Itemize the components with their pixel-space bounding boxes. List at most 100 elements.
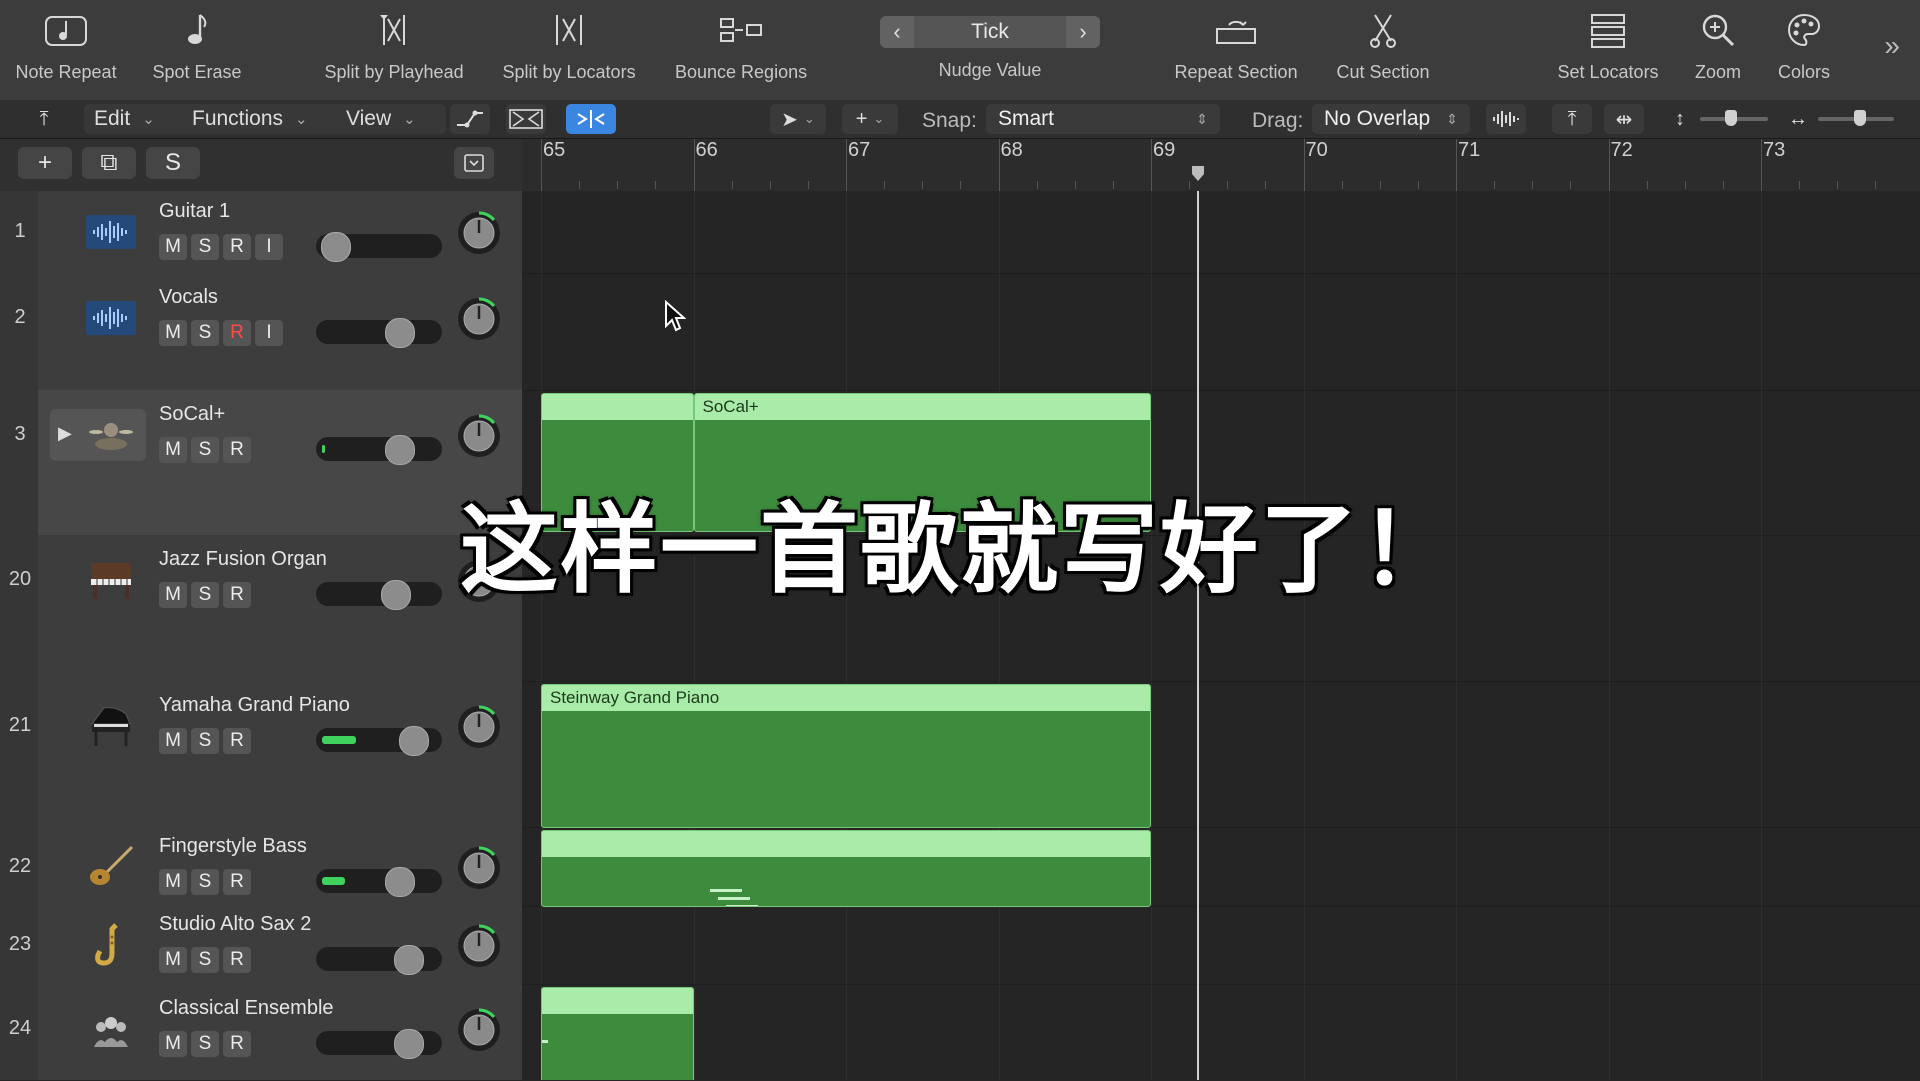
volume-slider[interactable] (316, 435, 442, 465)
input-monitor-button[interactable]: I (255, 320, 283, 346)
solo-button[interactable]: S (191, 868, 219, 895)
volume-knob[interactable] (385, 435, 415, 465)
track-name[interactable]: Vocals (159, 286, 218, 309)
track-header[interactable]: 22 Fingerstyle Bass M S R (0, 827, 522, 907)
tracks-area[interactable]: SoCal+ Steinway Grand Piano (522, 191, 1920, 1080)
automation-icon[interactable] (450, 104, 490, 134)
catch-playhead-icon[interactable] (566, 104, 616, 134)
solo-button[interactable]: S (191, 1031, 219, 1057)
split-playhead-button[interactable]: Split by Playhead (325, 8, 464, 94)
region[interactable] (541, 830, 1151, 907)
pointer-tool-menu[interactable]: ➤ ⌄ (770, 104, 826, 134)
track-name[interactable]: Yamaha Grand Piano (159, 694, 350, 717)
pan-knob[interactable] (456, 923, 502, 969)
mute-button[interactable]: M (159, 868, 187, 895)
pan-knob[interactable] (456, 845, 502, 891)
region-header[interactable]: SoCal+ (694, 394, 1150, 420)
volume-slider[interactable] (316, 232, 442, 262)
record-enable-button[interactable]: R (223, 728, 251, 754)
volume-knob[interactable] (321, 232, 351, 262)
solo-button[interactable]: S (191, 320, 219, 346)
mute-button[interactable]: M (159, 947, 187, 973)
fit-horizontal-icon[interactable]: ⇹ (1604, 104, 1644, 134)
disclosure-triangle-icon[interactable]: ▶ (58, 423, 72, 444)
pan-knob[interactable] (456, 296, 502, 342)
zoom-button[interactable]: Zoom (1695, 8, 1741, 94)
split-locators-button[interactable]: Split by Locators (503, 8, 636, 94)
region-header[interactable]: Steinway Grand Piano (542, 685, 1150, 711)
horizontal-zoom-slider[interactable] (1818, 110, 1894, 126)
record-enable-button[interactable]: R (223, 1031, 251, 1057)
input-monitor-button[interactable]: I (255, 234, 283, 260)
track-header[interactable]: 1 Guitar 1 MSRI (0, 191, 522, 274)
volume-knob[interactable] (385, 866, 415, 897)
note-repeat-button[interactable]: Note Repeat (16, 8, 117, 94)
functions-menu[interactable]: Functions ⌄ (182, 104, 342, 134)
solo-button[interactable]: S (191, 947, 219, 973)
region-header[interactable] (542, 988, 693, 1014)
view-menu[interactable]: View ⌄ (336, 104, 446, 134)
region-header[interactable] (542, 831, 1150, 857)
pan-knob[interactable] (456, 413, 502, 459)
global-solo-button[interactable]: S (146, 147, 200, 179)
track-name[interactable]: SoCal+ (159, 403, 225, 426)
mute-button[interactable]: M (159, 234, 187, 260)
fit-vertical-icon[interactable]: ⤒ (1552, 104, 1592, 134)
drag-select[interactable]: No Overlap ⇕ (1312, 104, 1470, 134)
vertical-zoom-knob[interactable] (1724, 110, 1737, 126)
volume-knob[interactable] (399, 726, 429, 756)
edit-menu[interactable]: Edit ⌄ (84, 104, 190, 134)
snap-select[interactable]: Smart ⇕ (986, 104, 1220, 134)
solo-button[interactable]: S (191, 728, 219, 754)
horizontal-zoom-knob[interactable] (1853, 110, 1866, 126)
mute-button[interactable]: M (159, 728, 187, 754)
volume-knob[interactable] (394, 1029, 424, 1059)
track-header[interactable]: 2 Vocals M S R I (0, 273, 522, 391)
track-name[interactable]: Classical Ensemble (159, 997, 334, 1020)
flex-icon[interactable] (506, 104, 546, 134)
mute-button[interactable]: M (159, 320, 187, 346)
colors-button[interactable]: Colors (1778, 8, 1830, 94)
spot-erase-button[interactable]: Spot Erase (153, 8, 242, 94)
duplicate-track-button[interactable]: ⧉ (82, 147, 136, 179)
volume-slider[interactable] (316, 726, 442, 756)
volume-slider[interactable] (316, 866, 442, 897)
nudge-increase-button[interactable]: › (1066, 16, 1100, 48)
track-header[interactable]: 23 Studio Alto Sax 2 MSR (0, 906, 522, 985)
add-track-button[interactable]: + (18, 147, 72, 179)
record-enable-button[interactable]: R (223, 234, 251, 260)
mute-button[interactable]: M (159, 437, 187, 463)
region[interactable]: Steinway Grand Piano (541, 684, 1151, 828)
region-header[interactable] (542, 394, 693, 420)
bar-ruler[interactable]: 65 66 67 68 69 70 71 72 73 (522, 139, 1920, 192)
secondary-tool-menu[interactable]: + ⌄ (842, 104, 898, 134)
repeat-section-button[interactable]: Repeat Section (1175, 8, 1298, 94)
record-enable-button[interactable]: R (223, 320, 251, 346)
track-name[interactable]: Studio Alto Sax 2 (159, 913, 311, 936)
track-name[interactable]: Guitar 1 (159, 200, 230, 223)
solo-button[interactable]: S (191, 234, 219, 260)
set-locators-button[interactable]: Set Locators (1558, 8, 1659, 94)
waveform-zoom-icon[interactable] (1486, 104, 1526, 134)
bounce-regions-button[interactable]: Bounce Regions (675, 8, 807, 94)
pan-knob[interactable] (456, 210, 502, 256)
solo-button[interactable]: S (191, 437, 219, 463)
back-to-parent-button[interactable]: ⤒ (24, 104, 64, 134)
playhead-marker-icon[interactable] (1190, 166, 1206, 182)
volume-knob[interactable] (394, 945, 424, 975)
region[interactable] (541, 987, 694, 1080)
playhead[interactable] (1196, 191, 1199, 1080)
record-enable-button[interactable]: R (223, 437, 251, 463)
volume-knob[interactable] (385, 318, 415, 348)
mute-button[interactable]: M (159, 1031, 187, 1057)
record-enable-button[interactable]: R (223, 947, 251, 973)
pan-knob[interactable] (456, 1007, 502, 1053)
record-enable-button[interactable]: R (223, 868, 251, 895)
toolbar-overflow-button[interactable]: » (1884, 30, 1900, 62)
volume-slider[interactable] (316, 945, 442, 975)
volume-slider[interactable] (316, 1029, 442, 1059)
track-header[interactable]: 24 Classical Ensemble M S R (0, 984, 522, 1081)
nudge-value[interactable]: Tick (914, 16, 1066, 48)
track-name[interactable]: Fingerstyle Bass (159, 835, 307, 858)
track-header[interactable]: 21 Yamaha Grand Piano M S R (0, 681, 522, 828)
